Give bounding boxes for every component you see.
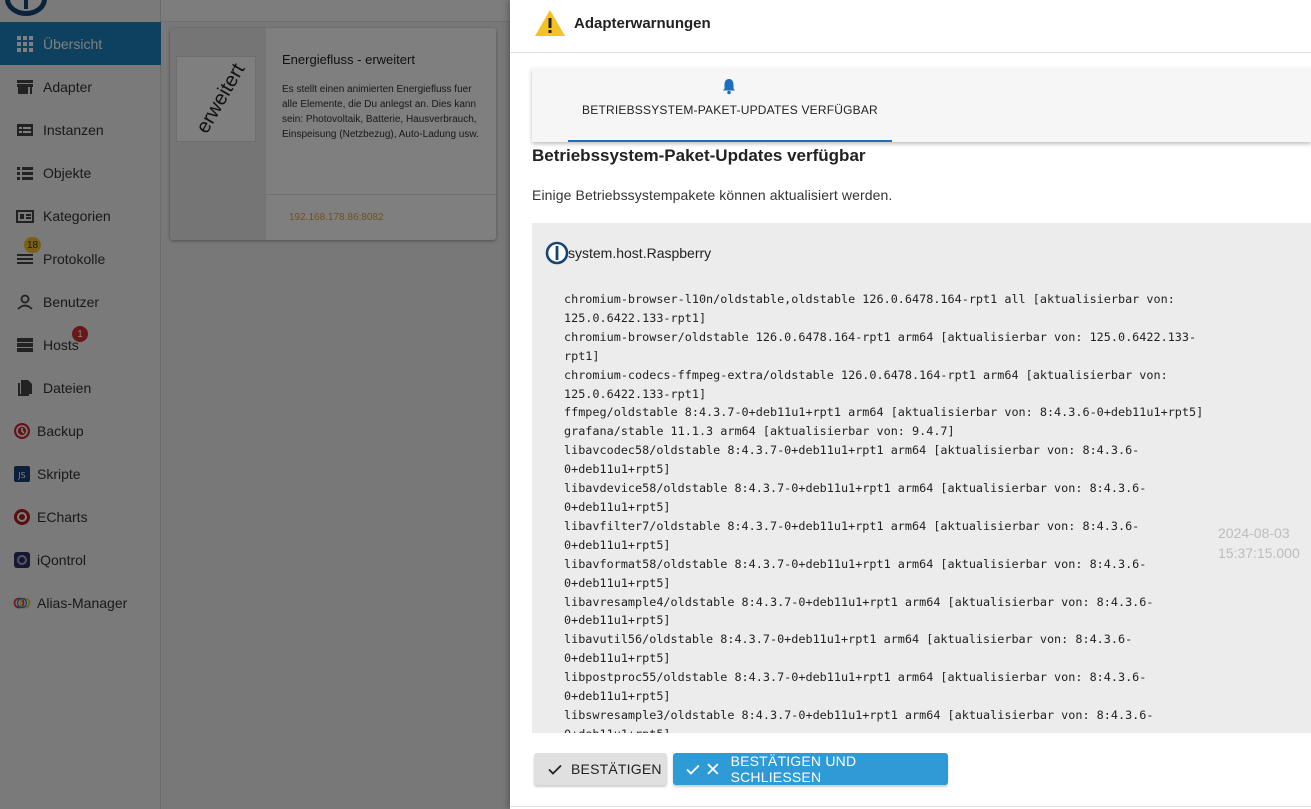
close-icon [707, 763, 719, 775]
host-warning-box[interactable]: system.host.Raspberry chromium-browser-l… [532, 223, 1311, 733]
tab-label: BETRIEBSSYSTEM-PAKET-UPDATES VERFÜGBAR [582, 103, 878, 117]
footer-divider [510, 806, 1311, 807]
warning-timestamp: 2024-08-03 15:37:15.000 [1218, 523, 1300, 563]
bell-icon [723, 79, 735, 95]
warning-date: 2024-08-03 [1218, 525, 1290, 541]
section-title: Betriebssystem-Paket-Updates verfügbar [532, 146, 866, 165]
warning-triangle-icon [535, 10, 565, 36]
check-icon [686, 764, 700, 775]
drawer-title: Adapterwarnungen [574, 15, 711, 32]
tab-os-package-updates[interactable]: BETRIEBSSYSTEM-PAKET-UPDATES VERFÜGBAR [568, 68, 892, 142]
iobroker-host-icon [545, 241, 569, 265]
warning-time: 15:37:15.000 [1218, 545, 1300, 561]
warning-tabs: BETRIEBSSYSTEM-PAKET-UPDATES VERFÜGBAR [532, 68, 1311, 142]
drawer-header: Adapterwarnungen [510, 0, 1311, 53]
confirm-and-close-button-label: BESTÄTIGEN UND SCHLIESSEN [730, 753, 857, 785]
host-name: system.host.Raspberry [568, 245, 712, 261]
package-update-list: chromium-browser-l10n/oldstable,oldstabl… [564, 292, 1204, 733]
section-description: Einige Betriebssystempakete können aktua… [532, 187, 893, 203]
adapter-warnings-drawer: Adapterwarnungen BETRIEBSSYSTEM-PAKET-UP… [510, 0, 1311, 809]
confirm-button-label: BESTÄTIGEN [571, 761, 662, 777]
confirm-button[interactable]: BESTÄTIGEN [534, 753, 667, 785]
drawer-footer: BESTÄTIGEN BESTÄTIGEN UND SCHLIESSEN [510, 733, 1311, 809]
check-icon [548, 764, 562, 775]
confirm-and-close-button[interactable]: BESTÄTIGEN UND SCHLIESSEN [673, 753, 948, 785]
